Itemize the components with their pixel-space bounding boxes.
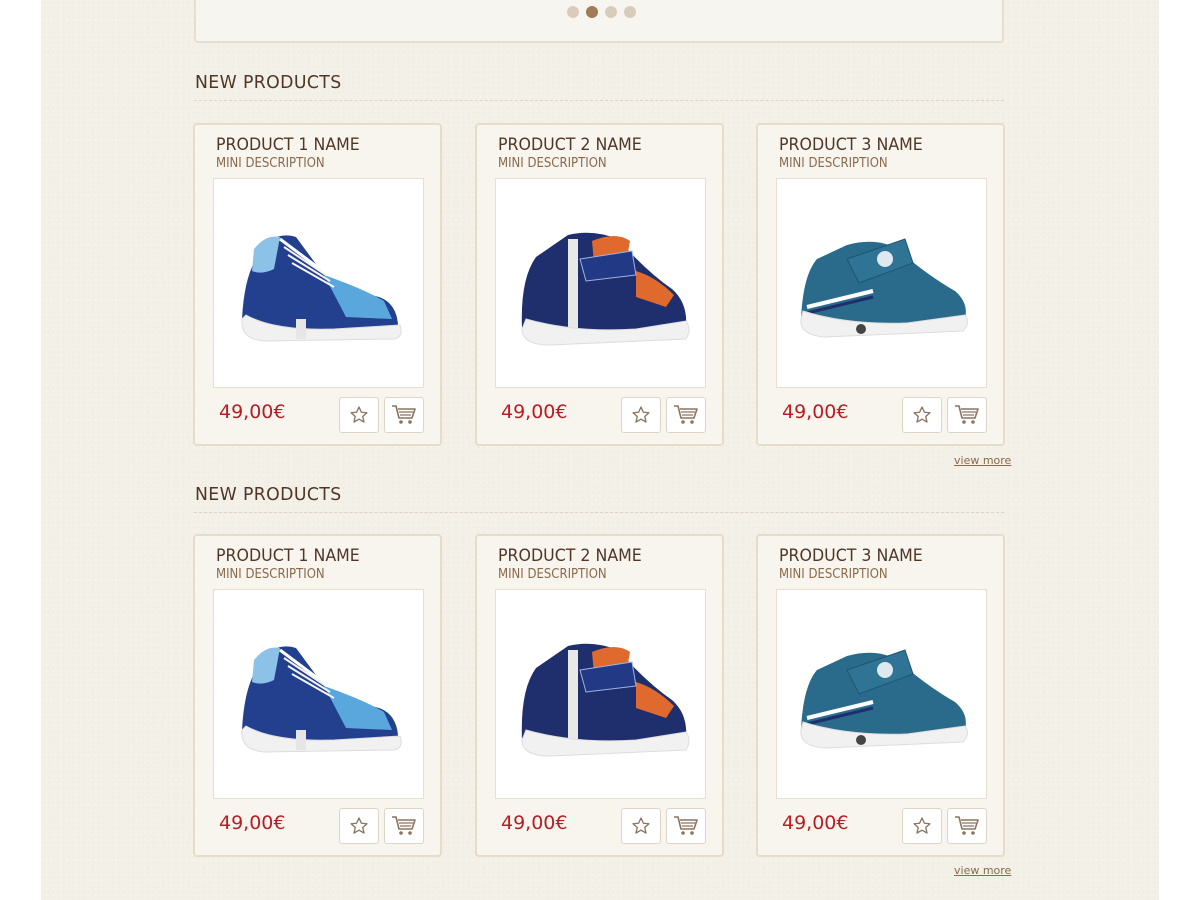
add-to-cart-button[interactable]	[947, 808, 987, 844]
cart-icon	[955, 816, 979, 835]
product-image[interactable]	[776, 178, 987, 388]
favorite-button[interactable]	[902, 397, 942, 433]
favorite-button[interactable]	[902, 808, 942, 844]
view-more-link[interactable]: view more	[954, 454, 1011, 467]
product-image[interactable]	[213, 178, 424, 388]
star-icon	[632, 406, 650, 423]
cart-icon	[392, 816, 416, 835]
product-image[interactable]	[213, 589, 424, 799]
shoe-strap-teal-image	[800, 649, 969, 749]
slider-panel	[194, 0, 1004, 43]
product-price: 49,00€	[219, 401, 286, 423]
shoe-zip-navy-orange-image	[521, 643, 690, 757]
product-description: MINI DESCRIPTION	[779, 156, 888, 171]
star-icon	[632, 817, 650, 834]
shoe-lace-up-blue-image	[241, 646, 402, 753]
cart-icon	[674, 816, 698, 835]
section-divider	[194, 100, 1004, 101]
product-card: PRODUCT 1 NAME MINI DESCRIPTION 49,00€	[193, 534, 442, 857]
cart-icon	[955, 405, 979, 424]
add-to-cart-button[interactable]	[666, 808, 706, 844]
view-more-link[interactable]: view more	[954, 864, 1011, 877]
favorite-button[interactable]	[339, 397, 379, 433]
product-card: PRODUCT 3 NAME MINI DESCRIPTION 49,00€	[756, 123, 1005, 446]
product-name[interactable]: PRODUCT 1 NAME	[216, 546, 360, 566]
shoe-lace-up-blue-image	[241, 235, 402, 342]
add-to-cart-button[interactable]	[947, 397, 987, 433]
product-card: PRODUCT 2 NAME MINI DESCRIPTION 49,00€	[475, 534, 724, 857]
add-to-cart-button[interactable]	[384, 397, 424, 433]
cart-icon	[392, 405, 416, 424]
slider-dot-1[interactable]	[567, 6, 579, 18]
product-image[interactable]	[776, 589, 987, 799]
section-title: NEW PRODUCTS	[195, 484, 342, 505]
star-icon	[913, 406, 931, 423]
product-name[interactable]: PRODUCT 3 NAME	[779, 546, 923, 566]
product-price: 49,00€	[501, 812, 568, 834]
product-price: 49,00€	[219, 812, 286, 834]
favorite-button[interactable]	[621, 808, 661, 844]
product-image[interactable]	[495, 589, 706, 799]
favorite-button[interactable]	[621, 397, 661, 433]
product-price: 49,00€	[782, 812, 849, 834]
star-icon	[913, 817, 931, 834]
slider-dot-2[interactable]	[586, 6, 598, 18]
product-price: 49,00€	[501, 401, 568, 423]
product-description: MINI DESCRIPTION	[216, 567, 325, 582]
shoe-zip-navy-orange-image	[521, 232, 690, 346]
slider-pagination	[567, 6, 636, 18]
product-name[interactable]: PRODUCT 3 NAME	[779, 135, 923, 155]
add-to-cart-button[interactable]	[384, 808, 424, 844]
product-name[interactable]: PRODUCT 2 NAME	[498, 546, 642, 566]
product-description: MINI DESCRIPTION	[216, 156, 325, 171]
section-title: NEW PRODUCTS	[195, 72, 342, 93]
add-to-cart-button[interactable]	[666, 397, 706, 433]
product-price: 49,00€	[782, 401, 849, 423]
section-divider	[194, 512, 1004, 513]
shoe-strap-teal-image	[800, 238, 969, 338]
product-description: MINI DESCRIPTION	[498, 156, 607, 171]
product-card: PRODUCT 1 NAME MINI DESCRIPTION 49,00€	[193, 123, 442, 446]
slider-dot-3[interactable]	[605, 6, 617, 18]
product-card: PRODUCT 3 NAME MINI DESCRIPTION 49,00€	[756, 534, 1005, 857]
star-icon	[350, 406, 368, 423]
product-description: MINI DESCRIPTION	[779, 567, 888, 582]
star-icon	[350, 817, 368, 834]
slider-dot-4[interactable]	[624, 6, 636, 18]
favorite-button[interactable]	[339, 808, 379, 844]
product-card: PRODUCT 2 NAME MINI DESCRIPTION 49,00€	[475, 123, 724, 446]
product-name[interactable]: PRODUCT 1 NAME	[216, 135, 360, 155]
product-description: MINI DESCRIPTION	[498, 567, 607, 582]
product-name[interactable]: PRODUCT 2 NAME	[498, 135, 642, 155]
cart-icon	[674, 405, 698, 424]
product-image[interactable]	[495, 178, 706, 388]
